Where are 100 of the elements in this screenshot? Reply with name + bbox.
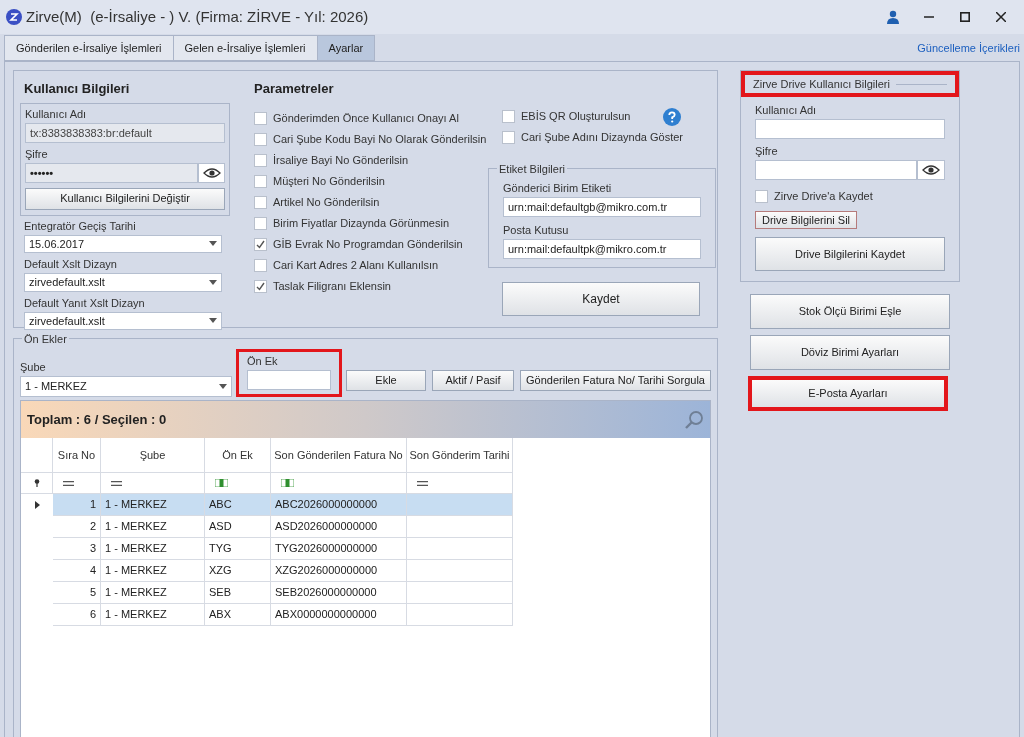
- text-filter-icon: [281, 479, 294, 487]
- field-label: Default Yanıt Xslt Dizayn: [24, 295, 146, 310]
- column-header[interactable]: Son Gönderim Tarihi: [407, 438, 513, 473]
- column-header[interactable]: Sıra No: [53, 438, 101, 473]
- equals-icon: [111, 480, 122, 486]
- field-label: Ön Ek: [247, 354, 279, 368]
- table-cell: ASD: [205, 516, 271, 538]
- checkbox-label: Taslak Filigranı Eklensin: [273, 278, 391, 294]
- table-cell: 5: [53, 582, 101, 604]
- change-credentials-button[interactable]: Kullanıcı Bilgilerini Değiştir: [25, 187, 225, 210]
- tab[interactable]: Gelen e-İrsaliye İşlemleri: [172, 35, 318, 61]
- checkbox[interactable]: [254, 237, 267, 251]
- table-cell: ASD2026000000000: [271, 516, 407, 538]
- save-button[interactable]: Kaydet: [502, 282, 700, 316]
- checkbox-label: Artikel No Gönderilsin: [273, 194, 380, 210]
- checkbox[interactable]: [502, 110, 515, 123]
- pin-icon: [33, 479, 40, 487]
- show-password-button[interactable]: [917, 160, 945, 180]
- table-cell: SEB2026000000000: [271, 582, 407, 604]
- checkbox[interactable]: [254, 111, 267, 125]
- column-header[interactable]: Şube: [101, 438, 205, 473]
- caret-icon: [209, 318, 217, 324]
- password-field[interactable]: [755, 160, 917, 180]
- column-header[interactable]: Son Gönderilen Fatura No: [271, 438, 407, 473]
- table-cell: XZG: [205, 560, 271, 582]
- delete-button[interactable]: Drive Bilgilerini Sil: [755, 211, 858, 229]
- eye-icon: [202, 166, 221, 179]
- column-header[interactable]: Ön Ek: [205, 438, 271, 473]
- checkbox-label: İrsaliye Bayi No Gönderilsin: [273, 152, 409, 168]
- dropdown[interactable]: 1 - MERKEZ: [20, 376, 232, 397]
- table-cell: 1 - MERKEZ: [101, 604, 205, 626]
- table-cell: 2: [53, 516, 101, 538]
- table-cell: ABX: [205, 604, 271, 626]
- tab[interactable]: Ayarlar: [316, 35, 376, 61]
- dropdown[interactable]: zirvedefault.xslt: [24, 273, 222, 292]
- search-icon: [684, 409, 704, 430]
- action-button[interactable]: Aktif / Pasif: [432, 370, 514, 391]
- action-button[interactable]: Gönderilen Fatura No/ Tarihi Sorgula: [520, 370, 711, 391]
- table-cell: XZG2026000000000: [271, 560, 407, 582]
- row-indicator-icon: [34, 501, 40, 509]
- table-cell: 1 - MERKEZ: [101, 494, 205, 516]
- table-cell: 1: [53, 494, 101, 516]
- group-title: Zirve Drive Kullanıcı Bilgileri: [753, 76, 890, 92]
- table-cell: 4: [53, 560, 101, 582]
- field-label: Kullanıcı Adı: [755, 103, 818, 117]
- table-cell: SEB: [205, 582, 271, 604]
- checkbox[interactable]: [254, 279, 267, 293]
- app-logo-icon: [6, 9, 22, 25]
- eye-icon: [922, 164, 940, 176]
- action-button[interactable]: Ekle: [346, 370, 426, 391]
- dropdown[interactable]: 15.06.2017: [24, 234, 222, 253]
- prefix-field[interactable]: [247, 370, 331, 390]
- table-cell: 6: [53, 604, 101, 626]
- checkbox-label: Birim Fiyatlar Dizaynda Görünmesin: [273, 215, 450, 231]
- table-cell: TYG2026000000000: [271, 538, 407, 560]
- field-label: Entegratör Geçiş Tarihi: [24, 218, 137, 233]
- dropdown[interactable]: zirvedefault.xslt: [24, 311, 222, 330]
- header-corner-cell: [21, 438, 53, 473]
- filter-cell[interactable]: [21, 473, 53, 494]
- checkbox[interactable]: [254, 174, 267, 188]
- table-cell: 1 - MERKEZ: [101, 582, 205, 604]
- checkbox-label: Cari Şube Adını Dizaynda Göster: [521, 130, 684, 146]
- side-button[interactable]: Döviz Birimi Ayarları: [750, 335, 950, 370]
- sender-label-field[interactable]: urn:mail:defaultgb@mikro.com.tr: [503, 197, 701, 217]
- mailbox-field[interactable]: urn:mail:defaultpk@mikro.com.tr: [503, 239, 701, 259]
- drive-save-button[interactable]: Drive Bilgilerini Kaydet: [755, 237, 945, 271]
- user-icon[interactable]: [884, 8, 902, 26]
- username-field[interactable]: [755, 119, 945, 139]
- username-field[interactable]: tx:8383838383:br:default: [25, 122, 225, 143]
- table-cell: 1 - MERKEZ: [101, 538, 205, 560]
- section-title: Parametreler: [254, 80, 335, 98]
- checkbox[interactable]: [502, 131, 515, 144]
- checkbox[interactable]: [254, 132, 267, 146]
- side-button[interactable]: Stok Ölçü Birimi Eşle: [750, 294, 950, 329]
- field-label: Şifre: [25, 146, 49, 161]
- checkbox[interactable]: [254, 153, 267, 167]
- checkbox[interactable]: [254, 216, 267, 230]
- section-title: Kullanıcı Bilgileri: [24, 80, 131, 98]
- table-cell: ABC: [205, 494, 271, 516]
- show-password-button[interactable]: [198, 162, 225, 183]
- update-link[interactable]: Güncelleme İçerikleri: [917, 39, 1020, 56]
- checkbox-label: Gönderimden Önce Kullanıcı Onayı Al: [273, 110, 459, 126]
- side-button[interactable]: E-Posta Ayarları: [748, 376, 948, 411]
- caret-icon: [219, 384, 227, 389]
- equals-icon: [63, 480, 74, 486]
- checkbox[interactable]: [254, 258, 267, 272]
- checkbox-label: Zirve Drive'a Kaydet: [774, 189, 873, 205]
- field-label: Default Xslt Dizayn: [24, 257, 118, 271]
- field-label: Şube: [20, 360, 47, 374]
- checkbox[interactable]: [254, 195, 267, 209]
- table-cell: 1 - MERKEZ: [101, 560, 205, 582]
- table-cell: ABX0000000000000: [271, 604, 407, 626]
- checkbox[interactable]: [755, 190, 768, 203]
- password-field[interactable]: ••••••: [25, 162, 198, 183]
- tab[interactable]: Gönderilen e-İrsaliye İşlemleri: [4, 35, 174, 61]
- checkbox-label: Cari Şube Kodu Bayi No Olarak Gönderilsin: [273, 131, 487, 147]
- field-label: Posta Kutusu: [503, 223, 570, 237]
- summary-text: Toplam : 6 / Seçilen : 0: [27, 410, 167, 429]
- checkbox-label: Cari Kart Adres 2 Alanı Kullanılsın: [273, 257, 439, 273]
- caret-icon: [209, 279, 217, 285]
